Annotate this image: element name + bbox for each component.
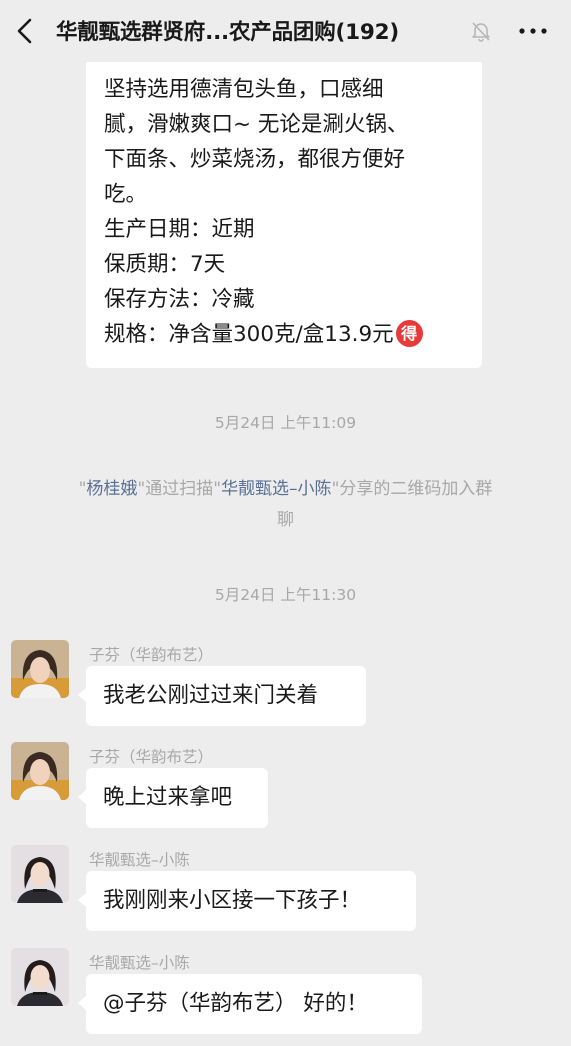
inviter-name-link[interactable]: 华靓甄选–小陈 (221, 479, 332, 499)
message-line: 保存方法：冷藏 (104, 287, 255, 312)
message-line: 下面条、炒菜烧汤，都很方便好 (104, 147, 406, 172)
chat-message[interactable]: 晚上过来拿吧 (78, 768, 268, 828)
avatar[interactable] (11, 742, 69, 800)
message-line: 保质期：7天 (104, 252, 226, 277)
timestamp: 5月24日 上午11:09 (214, 414, 357, 432)
bell-off-icon (470, 20, 492, 42)
sender-name: 子芬（华韵布艺） (89, 646, 214, 664)
woman-avatar-2 (11, 948, 69, 1006)
chevron-left-icon (17, 18, 32, 44)
spec-price-text: 规格：净含量300克/盒13.9元 (104, 322, 394, 347)
chat-message[interactable]: 我老公刚过过来门关着 (78, 666, 366, 726)
back-button[interactable] (14, 17, 38, 45)
avatar[interactable] (11, 640, 69, 698)
chat-message[interactable]: @子芬（华韵布艺） 好的！ (78, 974, 422, 1034)
chat-message[interactable]: 我刚刚来小区接一下孩子！ (78, 871, 416, 931)
de-badge-icon[interactable]: 得 (395, 319, 423, 347)
sender-name: 子芬（华韵布艺） (89, 748, 214, 766)
woman-avatar-1 (11, 742, 69, 800)
member-name-link[interactable]: 杨桂娥 (86, 479, 137, 499)
message-line: 生产日期：近期 (104, 217, 255, 242)
woman-avatar-2 (11, 845, 69, 903)
chat-title: 华靓甄选群贤府...农产品团购(192) (56, 20, 400, 45)
system-message-line: "杨桂娥"通过扫描"华靓甄选–小陈"分享的二维码加入群 (78, 479, 493, 499)
woman-avatar-1 (11, 640, 69, 698)
product-info-message[interactable]: 坚持选用德清包头鱼，口感细 腻，滑嫩爽口~ 无论是涮火锅、 下面条、炒菜烧汤，都… (86, 62, 482, 368)
sender-name: 华靓甄选–小陈 (89, 954, 190, 972)
system-message-line: 聊 (277, 510, 294, 530)
chat-header: 华靓甄选群贤府...农产品团购(192) (0, 0, 571, 62)
message-line-with-badge: 规格：净含量300克/盒13.9元得 (104, 317, 474, 352)
message-line: 坚持选用德清包头鱼，口感细 (104, 77, 384, 102)
product-info-text: 坚持选用德清包头鱼，口感细 腻，滑嫩爽口~ 无论是涮火锅、 下面条、炒菜烧汤，都… (104, 72, 474, 352)
message-line: 吃。 (104, 182, 148, 207)
sender-name: 华靓甄选–小陈 (89, 851, 190, 869)
timestamp: 5月24日 上午11:30 (214, 586, 357, 604)
more-horizontal-icon (519, 28, 547, 34)
avatar[interactable] (11, 948, 69, 1006)
avatar[interactable] (11, 845, 69, 903)
more-button[interactable] (516, 18, 550, 44)
message-line: 腻，滑嫩爽口~ 无论是涮火锅、 (104, 112, 409, 137)
system-message: "杨桂娥"通过扫描"华靓甄选–小陈"分享的二维码加入群 聊 (40, 474, 531, 536)
